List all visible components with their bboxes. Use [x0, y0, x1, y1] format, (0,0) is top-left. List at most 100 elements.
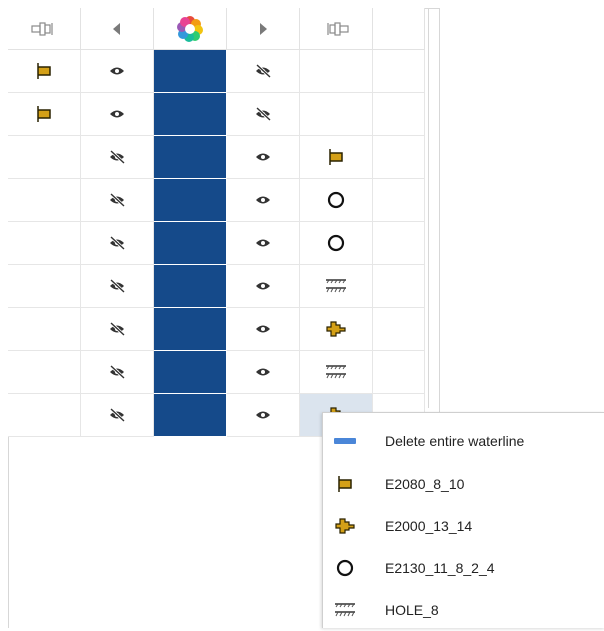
connector-left-icon	[31, 21, 53, 36]
row-1-right-shape[interactable]	[300, 50, 373, 93]
row-2-left-visibility[interactable]	[81, 93, 154, 136]
row-5-right-shape[interactable]	[300, 222, 373, 265]
row-5-left-visibility[interactable]	[81, 222, 154, 265]
circle-icon	[327, 191, 345, 209]
flag-icon	[328, 148, 344, 166]
connector-right-icon	[327, 21, 349, 36]
menu-item-delete-waterline[interactable]: Delete entire waterline	[323, 420, 604, 462]
row-5-left-shape[interactable]	[8, 222, 81, 265]
row-4-right-shape[interactable]	[300, 179, 373, 222]
eye-off-icon	[108, 279, 126, 293]
flag-icon	[36, 62, 52, 80]
row-1-color-swatch[interactable]	[154, 50, 227, 93]
hatch-icon	[325, 363, 347, 381]
menu-item-label: E2080_8_10	[385, 476, 465, 492]
row-6-right-visibility[interactable]	[227, 265, 300, 308]
circle-icon	[325, 559, 365, 577]
eye-off-icon	[254, 107, 272, 121]
arrow-right-icon	[260, 22, 267, 35]
row-8-left-visibility[interactable]	[81, 351, 154, 394]
menu-item-hole8[interactable]: HOLE_8	[323, 589, 604, 631]
header-next[interactable]	[227, 8, 300, 50]
row-3-left-shape[interactable]	[8, 136, 81, 179]
row-6-color-swatch[interactable]	[154, 265, 227, 308]
eye-off-icon	[108, 365, 126, 379]
eye-off-icon	[108, 236, 126, 250]
row-1-left-shape[interactable]	[8, 50, 81, 93]
row-3-right-visibility[interactable]	[227, 136, 300, 179]
row-5-right-visibility[interactable]	[227, 222, 300, 265]
flag-icon	[325, 475, 365, 493]
menu-item-label: E2130_11_8_2_4	[385, 560, 495, 576]
row-8-right-shape[interactable]	[300, 351, 373, 394]
eye-icon	[255, 367, 271, 377]
row-3-left-visibility[interactable]	[81, 136, 154, 179]
menu-item-label: E2000_13_14	[385, 518, 473, 534]
header-left-connector[interactable]	[8, 8, 81, 50]
row-3-right-shape[interactable]	[300, 136, 373, 179]
plug-icon	[325, 517, 365, 535]
context-menu: Delete entire waterline E2080_8_10 E2000…	[322, 412, 604, 628]
row-7-left-shape[interactable]	[8, 308, 81, 351]
row-9-color-swatch[interactable]	[154, 394, 227, 437]
circle-icon	[327, 234, 345, 252]
row-9-left-shape[interactable]	[8, 394, 81, 437]
row-2-right-visibility[interactable]	[227, 93, 300, 136]
row-4-left-shape[interactable]	[8, 179, 81, 222]
row-7-right-visibility[interactable]	[227, 308, 300, 351]
arrow-left-icon	[113, 22, 120, 35]
row-7-color-swatch[interactable]	[154, 308, 227, 351]
row-8-row-spacer	[373, 351, 425, 394]
row-6-left-visibility[interactable]	[81, 265, 154, 308]
delete-bar-icon	[325, 437, 365, 445]
row-6-row-spacer	[373, 265, 425, 308]
menu-item-e2000[interactable]: E2000_13_14	[323, 505, 604, 547]
row-7-left-visibility[interactable]	[81, 308, 154, 351]
row-2-row-spacer	[373, 93, 425, 136]
menu-item-label: Delete entire waterline	[385, 433, 525, 449]
header-right-connector[interactable]	[300, 8, 373, 50]
plug-icon	[326, 320, 346, 338]
eye-off-icon	[108, 322, 126, 336]
eye-icon	[109, 66, 125, 76]
row-9-left-visibility[interactable]	[81, 394, 154, 437]
flag-icon	[36, 105, 52, 123]
row-6-left-shape[interactable]	[8, 265, 81, 308]
row-7-row-spacer	[373, 308, 425, 351]
header-spacer	[373, 8, 425, 50]
menu-item-label: HOLE_8	[385, 602, 439, 618]
eye-off-icon	[108, 193, 126, 207]
color-wheel-icon	[177, 15, 203, 42]
row-2-color-swatch[interactable]	[154, 93, 227, 136]
row-4-row-spacer	[373, 179, 425, 222]
eye-icon	[255, 324, 271, 334]
row-8-right-visibility[interactable]	[227, 351, 300, 394]
row-7-right-shape[interactable]	[300, 308, 373, 351]
hatch-icon	[325, 601, 365, 619]
row-4-color-swatch[interactable]	[154, 179, 227, 222]
row-6-right-shape[interactable]	[300, 265, 373, 308]
eye-icon	[255, 281, 271, 291]
menu-item-e2130[interactable]: E2130_11_8_2_4	[323, 547, 604, 589]
hatch-icon	[325, 277, 347, 295]
row-4-right-visibility[interactable]	[227, 179, 300, 222]
row-5-color-swatch[interactable]	[154, 222, 227, 265]
eye-icon	[255, 410, 271, 420]
header-prev[interactable]	[81, 8, 154, 50]
row-4-left-visibility[interactable]	[81, 179, 154, 222]
row-8-left-shape[interactable]	[8, 351, 81, 394]
row-3-color-swatch[interactable]	[154, 136, 227, 179]
header-color[interactable]	[154, 8, 227, 50]
row-1-right-visibility[interactable]	[227, 50, 300, 93]
eye-icon	[255, 152, 271, 162]
menu-item-e2080[interactable]: E2080_8_10	[323, 463, 604, 505]
row-9-right-visibility[interactable]	[227, 394, 300, 437]
eye-icon	[109, 109, 125, 119]
row-1-left-visibility[interactable]	[81, 50, 154, 93]
eye-icon	[255, 238, 271, 248]
row-2-left-shape[interactable]	[8, 93, 81, 136]
eye-off-icon	[254, 64, 272, 78]
row-8-color-swatch[interactable]	[154, 351, 227, 394]
row-1-row-spacer	[373, 50, 425, 93]
row-2-right-shape[interactable]	[300, 93, 373, 136]
